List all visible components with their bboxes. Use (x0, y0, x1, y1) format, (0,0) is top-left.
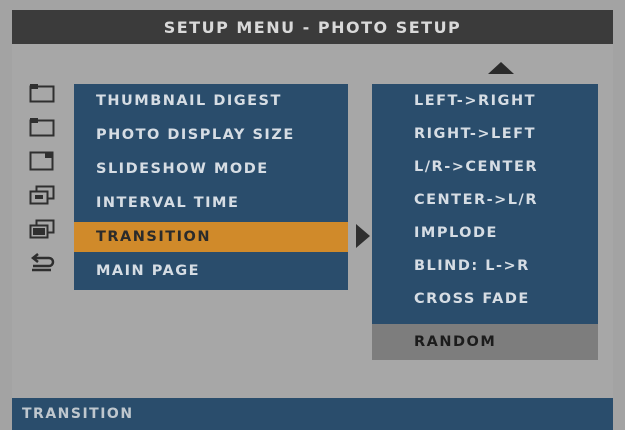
menu-item-label: SLIDESHOW MODE (96, 161, 269, 177)
interval-icon (28, 184, 56, 206)
option-cross-fade[interactable]: CROSS FADE (372, 282, 598, 315)
option-label: CROSS FADE (414, 290, 530, 307)
menu-item-label: PHOTO DISPLAY SIZE (96, 127, 295, 143)
option-right-left[interactable]: RIGHT->LEFT (372, 117, 598, 150)
option-left-right[interactable]: LEFT->RIGHT (372, 84, 598, 117)
page-title: SETUP MENU - PHOTO SETUP (163, 17, 462, 37)
option-center-lr[interactable]: CENTER->L/R (372, 183, 598, 216)
slideshow-icon (28, 150, 56, 172)
transition-icon (28, 218, 56, 240)
submenu-arrow-icon (356, 224, 370, 248)
menu-item-label: MAIN PAGE (96, 263, 201, 279)
option-blind-lr[interactable]: BLIND: L->R (372, 249, 598, 282)
thumbnail-icon (28, 82, 56, 104)
option-label: IMPLODE (414, 224, 498, 241)
menu-item-label: TRANSITION (96, 229, 211, 245)
option-label: RANDOM (414, 334, 497, 350)
menu-item-label: THUMBNAIL DIGEST (96, 93, 282, 109)
menu-item-thumbnail-digest[interactable]: THUMBNAIL DIGEST (74, 86, 348, 116)
display-size-icon (28, 116, 56, 138)
status-bar: TRANSITION (12, 398, 613, 430)
option-label: L/R->CENTER (414, 158, 539, 175)
setup-menu: THUMBNAIL DIGEST PHOTO DISPLAY SIZE SLID… (74, 84, 348, 290)
option-label: RIGHT->LEFT (414, 125, 536, 142)
return-icon (28, 252, 56, 274)
title-bar: SETUP MENU - PHOTO SETUP (12, 10, 613, 44)
menu-item-transition[interactable]: TRANSITION (74, 222, 348, 252)
menu-item-interval-time[interactable]: INTERVAL TIME (74, 188, 348, 218)
setup-screen: SETUP MENU - PHOTO SETUP THUMBNAIL DIGES… (0, 0, 625, 430)
menu-item-main-page[interactable]: MAIN PAGE (74, 256, 348, 286)
transition-submenu: LEFT->RIGHT RIGHT->LEFT L/R->CENTER CENT… (372, 84, 598, 360)
option-lr-center[interactable]: L/R->CENTER (372, 150, 598, 183)
scroll-up-icon[interactable] (488, 62, 514, 74)
option-implode[interactable]: IMPLODE (372, 216, 598, 249)
option-random[interactable]: RANDOM (372, 324, 598, 360)
option-label: CENTER->L/R (414, 191, 539, 208)
menu-item-label: INTERVAL TIME (96, 195, 240, 211)
menu-item-photo-display-size[interactable]: PHOTO DISPLAY SIZE (74, 120, 348, 150)
status-text: TRANSITION (22, 406, 134, 422)
option-label: BLIND: L->R (414, 257, 530, 274)
menu-item-slideshow-mode[interactable]: SLIDESHOW MODE (74, 154, 348, 184)
option-label: LEFT->RIGHT (414, 92, 536, 109)
